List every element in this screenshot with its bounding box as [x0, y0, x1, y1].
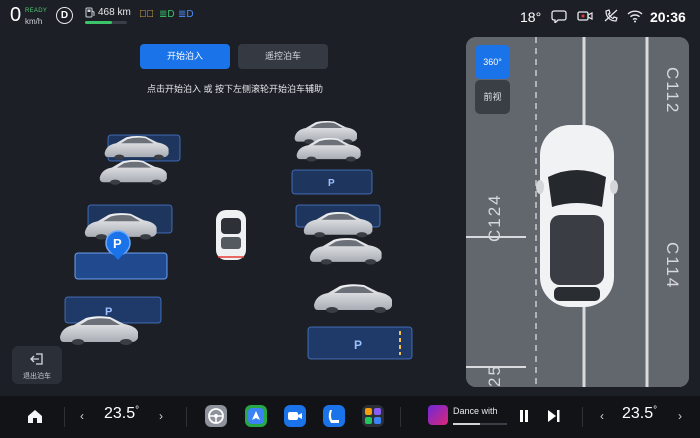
app-grid-icon[interactable]	[362, 405, 384, 427]
song-title[interactable]: Dance with	[453, 406, 498, 416]
pause-icon[interactable]	[519, 410, 529, 422]
song-progress-fill	[453, 423, 480, 425]
left-temp-down-icon[interactable]: ‹	[80, 409, 84, 423]
ego-car-topdown	[536, 125, 618, 307]
degree-symbol: °	[653, 405, 658, 416]
svg-text:P: P	[113, 236, 122, 251]
message-icon[interactable]	[551, 9, 567, 23]
bay-label: C112	[663, 67, 682, 114]
slot-p-label: P	[354, 338, 362, 352]
phone-off-icon[interactable]	[603, 9, 619, 23]
parking-hint: 点击开始泊入 或 按下左侧滚轮开始泊车辅助	[146, 84, 323, 94]
home-icon[interactable]	[27, 409, 43, 424]
parked-car	[314, 284, 392, 313]
low-beam-icon: ≣D	[159, 9, 175, 20]
gear-indicator: D	[56, 7, 73, 24]
left-temperature[interactable]: 23.5°	[104, 405, 139, 423]
right-temperature-value: 23.5	[622, 405, 654, 422]
outside-temperature: 18°	[520, 9, 542, 25]
right-temp-down-icon[interactable]: ‹	[600, 409, 604, 423]
left-temp-up-icon[interactable]: ›	[159, 409, 163, 423]
start-parking-button[interactable]: 开始泊入	[140, 44, 230, 69]
range-bar-fill	[85, 21, 113, 24]
range-bar	[85, 21, 127, 24]
video-call-icon[interactable]	[284, 405, 306, 427]
right-temp-up-icon[interactable]: ›	[678, 409, 682, 423]
fuel-icon	[85, 7, 95, 18]
right-temperature[interactable]: 23.5°	[622, 405, 657, 423]
auto-headlight-icon: ≣D	[178, 9, 194, 20]
fog-lamp-icon: ≋⃝	[139, 9, 154, 20]
ego-car	[216, 210, 246, 260]
navigation-icon[interactable]	[245, 405, 267, 427]
bay-label: C124	[485, 193, 504, 242]
bay-label: C114	[663, 242, 682, 289]
front-view-button[interactable]: 前视	[475, 80, 510, 114]
speed-value: 0	[10, 4, 22, 26]
ready-indicator: READY	[25, 8, 48, 14]
camera-record-icon[interactable]	[577, 9, 593, 23]
wifi-icon[interactable]	[627, 9, 643, 23]
dock-divider	[186, 407, 187, 427]
slot-p-label: P	[105, 306, 112, 318]
dock-divider	[582, 407, 583, 427]
dock-divider	[400, 407, 401, 427]
clock: 20:36	[650, 9, 686, 25]
exit-parking-label: 退出泊车	[23, 373, 51, 380]
steering-wheel-icon[interactable]	[205, 405, 227, 427]
parking-lot-view: P P P P	[60, 120, 413, 360]
seat-icon[interactable]	[323, 405, 345, 427]
dock-divider	[64, 407, 65, 427]
song-progress[interactable]	[453, 423, 507, 425]
range-value: 468 km	[98, 7, 131, 18]
speed-unit: km/h	[25, 17, 43, 26]
album-art[interactable]	[428, 405, 448, 425]
next-track-icon[interactable]	[548, 410, 560, 422]
view-360-button[interactable]: 360°	[475, 45, 510, 79]
parked-car	[309, 238, 382, 265]
parking-slot-selected[interactable]	[74, 252, 168, 280]
left-temperature-value: 23.5	[104, 405, 136, 422]
remote-parking-button[interactable]: 遥控泊车	[238, 44, 328, 69]
slot-p-label: P	[328, 178, 335, 189]
bay-label: 25	[485, 364, 504, 387]
parked-car	[99, 160, 167, 185]
exit-icon	[30, 353, 43, 365]
degree-symbol: °	[135, 405, 140, 416]
